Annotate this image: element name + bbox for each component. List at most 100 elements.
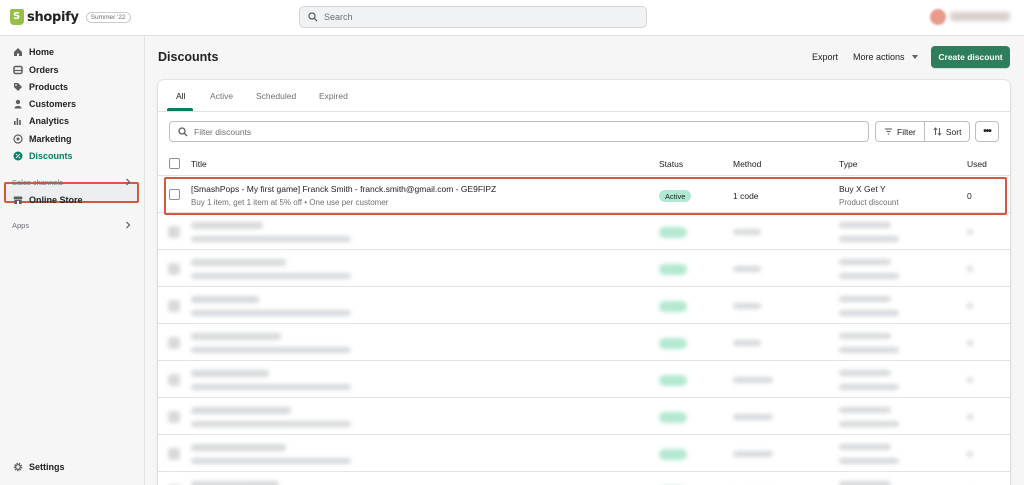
chevron-right-icon[interactable] (124, 221, 132, 229)
discount-method: 1 code (733, 191, 759, 201)
blurred-text (839, 259, 891, 265)
filter-discounts-input[interactable]: Filter discounts (169, 121, 869, 142)
table-row[interactable] (158, 251, 1010, 287)
row-checkbox[interactable] (168, 411, 180, 423)
blurred-text (839, 236, 899, 242)
table-row[interactable]: [SmashPops - My first game] Franck Smith… (158, 177, 1010, 213)
blurred-text (733, 451, 773, 457)
row-checkbox[interactable] (168, 263, 180, 275)
blurred-text (967, 229, 973, 235)
select-all-checkbox[interactable] (169, 158, 180, 169)
sidebar-item-customers[interactable]: Customers (13, 97, 76, 111)
tab-bar: All Active Scheduled Expired (158, 80, 1010, 112)
sidebar-item-marketing[interactable]: Marketing (13, 132, 72, 146)
home-icon (13, 47, 23, 57)
blurred-text (733, 377, 773, 383)
blurred-text (839, 407, 891, 413)
tab-expired[interactable]: Expired (319, 91, 348, 101)
blurred-text (839, 222, 891, 228)
blurred-text (839, 347, 899, 353)
sidebar-item-products[interactable]: Products (13, 80, 68, 94)
search-input[interactable]: Search (299, 6, 647, 28)
blurred-text (191, 222, 263, 229)
blurred-text (191, 296, 259, 303)
sidebar-item-label: Discounts (29, 151, 73, 161)
orders-icon (13, 65, 23, 75)
blurred-text (967, 377, 973, 383)
blurred-text (839, 370, 891, 376)
chevron-right-icon[interactable] (124, 178, 132, 186)
blurred-badge (659, 412, 687, 423)
sidebar-item-label: Products (29, 82, 69, 92)
sidebar-item-label: Home (29, 47, 55, 57)
blurred-text (839, 458, 899, 464)
sidebar-item-online-store[interactable]: Online Store (13, 193, 83, 207)
sort-icon (933, 127, 942, 136)
tab-scheduled[interactable]: Scheduled (256, 91, 296, 101)
sidebar-item-label: Analytics (29, 116, 70, 126)
sidebar-item-orders[interactable]: Orders (13, 63, 59, 77)
tab-all[interactable]: All (176, 91, 185, 101)
column-title[interactable]: Title (191, 159, 207, 169)
row-checkbox[interactable] (168, 448, 180, 460)
sort-button[interactable]: Sort (923, 122, 970, 141)
row-checkbox[interactable] (168, 226, 180, 238)
discount-title[interactable]: [SmashPops - My first game] Franck Smith… (191, 184, 496, 194)
table-row[interactable] (158, 288, 1010, 324)
blurred-text (191, 444, 286, 451)
blurred-text (191, 458, 351, 464)
search-placeholder: Search (324, 12, 353, 22)
shopify-logo[interactable]: shopify Summer '22 (10, 9, 131, 25)
row-checkbox[interactable] (169, 189, 180, 200)
table-row[interactable] (158, 362, 1010, 398)
table-row[interactable] (158, 214, 1010, 250)
blurred-text (733, 266, 761, 272)
main-content: Discounts Export More actions Create dis… (146, 36, 1024, 485)
blurred-text (191, 421, 351, 427)
sidebar-item-analytics[interactable]: Analytics (13, 114, 69, 128)
create-discount-button[interactable]: Create discount (931, 46, 1010, 68)
row-checkbox[interactable] (168, 300, 180, 312)
sidebar-item-label: Settings (29, 462, 65, 472)
more-options-button[interactable]: ••• (975, 121, 999, 142)
row-checkbox[interactable] (168, 337, 180, 349)
blurred-badge (659, 449, 687, 460)
top-bar: shopify Summer '22 Search (0, 0, 1024, 36)
column-method[interactable]: Method (733, 159, 761, 169)
table-row[interactable] (158, 399, 1010, 435)
more-actions-button[interactable]: More actions (853, 52, 918, 62)
export-button[interactable]: Export (812, 52, 838, 62)
filter-label: Filter (897, 126, 916, 137)
user-name-blurred[interactable] (950, 12, 1010, 21)
blurred-text (967, 303, 973, 309)
table-row[interactable] (158, 473, 1010, 485)
sidebar-item-settings[interactable]: Settings (13, 460, 65, 474)
blurred-badge (659, 301, 687, 312)
person-icon (13, 99, 23, 109)
more-actions-label: More actions (853, 52, 905, 62)
blurred-text (839, 333, 891, 339)
column-status[interactable]: Status (659, 159, 683, 169)
blurred-text (191, 273, 351, 279)
discount-type-sub: Product discount (839, 198, 899, 207)
sidebar-item-label: Marketing (29, 134, 72, 144)
blurred-text (733, 229, 761, 235)
blurred-text (839, 310, 899, 316)
table-row[interactable] (158, 325, 1010, 361)
discounts-card: All Active Scheduled Expired Filter disc… (158, 80, 1010, 485)
blurred-text (191, 384, 351, 390)
blurred-text (191, 347, 351, 353)
blurred-text (191, 370, 269, 377)
column-used[interactable]: Used (967, 159, 987, 169)
sidebar-item-home[interactable]: Home (13, 45, 54, 59)
table-row[interactable] (158, 436, 1010, 472)
row-checkbox[interactable] (168, 374, 180, 386)
sales-channels-label: Sales channels (12, 178, 63, 187)
filter-button[interactable]: Filter (876, 122, 924, 141)
user-avatar[interactable] (930, 9, 946, 25)
column-type[interactable]: Type (839, 159, 857, 169)
discount-icon (13, 151, 23, 161)
sidebar-item-discounts[interactable]: Discounts (13, 149, 73, 163)
tab-active[interactable]: Active (210, 91, 233, 101)
table-header: Title Status Method Type Used (158, 152, 1010, 176)
